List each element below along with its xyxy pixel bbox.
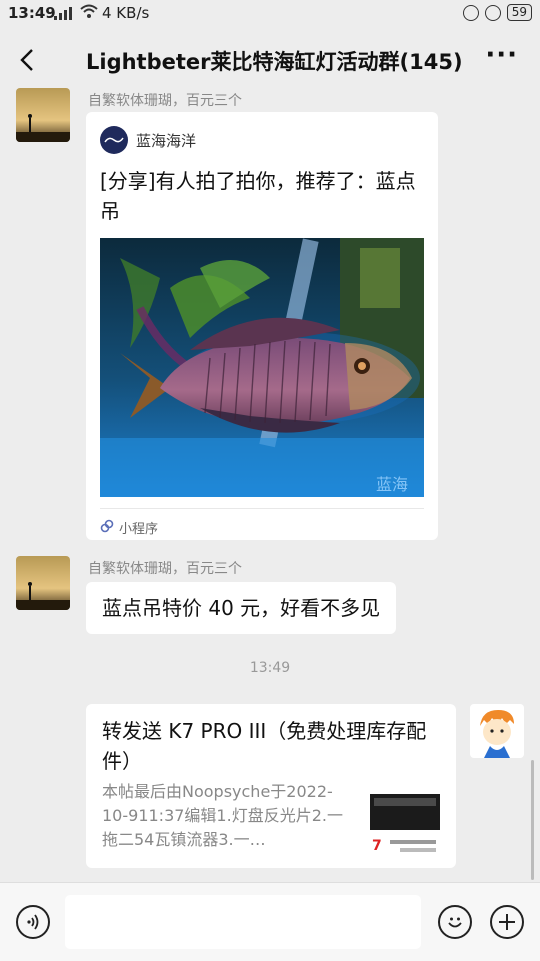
card-image-fish[interactable]: 蓝海 — [100, 238, 424, 497]
card-divider — [100, 508, 424, 509]
message-input[interactable] — [65, 895, 421, 949]
back-icon[interactable] — [12, 42, 44, 78]
lock-icon — [484, 4, 501, 21]
card-source: 蓝海海洋 — [100, 126, 196, 154]
source-name: 蓝海海洋 — [136, 131, 197, 150]
link-card[interactable]: 转发送 K7 PRO III（免费处理库存配件） 本帖最后由Noopsyche于… — [86, 704, 456, 868]
status-bar: 13:49 4 KB/s 59 — [0, 0, 540, 28]
emoji-icon[interactable] — [438, 905, 472, 939]
card-title: [分享]有人拍了拍你，推荐了：蓝点吊 — [100, 169, 416, 223]
mini-program-card[interactable]: 蓝海海洋 [分享]有人拍了拍你，推荐了：蓝点吊 蓝海 小程序 — [86, 112, 438, 540]
source-logo — [100, 126, 128, 154]
image-watermark: 蓝海 — [376, 475, 408, 494]
sender-avatar[interactable] — [16, 556, 70, 610]
text-message[interactable]: 蓝点吊特价 40 元，好看不多见 — [86, 582, 397, 634]
battery-icon: 59 — [506, 4, 532, 21]
link-thumbnail-caption: 7 — [372, 838, 382, 854]
network-speed: 4 KB/s — [102, 4, 150, 22]
my-avatar[interactable] — [470, 704, 524, 758]
more-icon[interactable]: ··· — [485, 40, 518, 70]
status-right-icons: 59 — [462, 4, 532, 21]
sender-name: 自繁软体珊瑚，百元三个 — [88, 93, 242, 109]
mini-program-icon — [100, 519, 114, 537]
sender-name: 自繁软体珊瑚，百元三个 — [88, 561, 242, 577]
wifi-icon — [80, 4, 98, 24]
chat-timestamp: 13:49 — [249, 660, 291, 676]
sync-icon — [462, 4, 479, 21]
sender-avatar[interactable] — [16, 88, 70, 142]
status-time: 13:49 — [8, 4, 56, 22]
signal-icon — [54, 6, 74, 24]
link-description: 本帖最后由Noopsyche于2022-10-911:37编辑1.灯盘反光片2.… — [102, 782, 343, 849]
voice-icon[interactable] — [16, 905, 50, 939]
link-title: 转发送 K7 PRO III（免费处理库存配件） — [102, 719, 427, 773]
card-footer-label: 小程序 — [119, 522, 159, 537]
chat-title: Lightbeter莱比特海缸灯活动群(145) — [86, 50, 463, 74]
scrollbar[interactable] — [531, 760, 534, 880]
link-thumbnail: 7 — [370, 790, 440, 858]
input-bar — [0, 882, 540, 961]
chat-header: Lightbeter莱比特海缸灯活动群(145) ··· — [0, 28, 540, 92]
card-footer: 小程序 — [100, 518, 158, 537]
plus-icon[interactable] — [490, 905, 524, 939]
